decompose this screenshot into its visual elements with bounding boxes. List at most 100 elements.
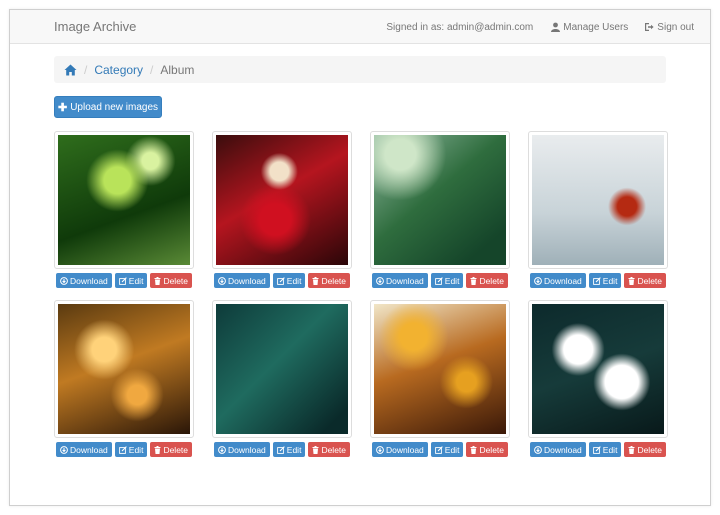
trash-icon — [312, 276, 319, 285]
image-card-5: Download Edit Delete — [54, 300, 194, 457]
edit-button[interactable]: Edit — [430, 442, 464, 457]
trash-icon — [628, 276, 635, 285]
delete-label: Delete — [637, 444, 663, 455]
delete-button[interactable]: Delete — [624, 442, 667, 457]
album-image[interactable] — [216, 304, 348, 434]
edit-label: Edit — [444, 444, 460, 455]
download-button[interactable]: Download — [529, 442, 586, 457]
image-thumbnail[interactable] — [528, 300, 668, 438]
image-card-6: Download Edit Delete — [212, 300, 352, 457]
image-thumbnail[interactable] — [212, 131, 352, 269]
sign-out-icon — [645, 23, 654, 31]
delete-label: Delete — [163, 275, 189, 286]
edit-label: Edit — [286, 275, 302, 286]
home-icon[interactable] — [64, 64, 77, 76]
image-card-7: Download Edit Delete — [370, 300, 510, 457]
download-icon — [60, 276, 68, 285]
edit-icon — [118, 276, 127, 285]
brand-title[interactable]: Image Archive — [54, 19, 136, 34]
download-button[interactable]: Download — [371, 273, 428, 288]
download-button[interactable]: Download — [55, 442, 112, 457]
edit-label: Edit — [602, 444, 618, 455]
image-thumbnail[interactable] — [528, 131, 668, 269]
edit-button[interactable]: Edit — [588, 273, 622, 288]
navbar: Image Archive Signed in as: admin@admin.… — [10, 10, 710, 44]
delete-label: Delete — [321, 444, 347, 455]
download-label: Download — [69, 275, 108, 286]
download-icon — [218, 276, 226, 285]
delete-button[interactable]: Delete — [150, 442, 193, 457]
breadcrumb-category[interactable]: Category — [94, 63, 143, 77]
image-card-2: Download Edit Delete — [212, 131, 352, 288]
sign-out-link[interactable]: Sign out — [644, 22, 694, 33]
trash-icon — [154, 445, 161, 454]
image-thumbnail[interactable] — [212, 300, 352, 438]
edit-icon — [434, 445, 443, 454]
delete-button[interactable]: Delete — [624, 273, 667, 288]
trash-icon — [154, 276, 161, 285]
album-image[interactable] — [58, 135, 190, 265]
album-image[interactable] — [374, 135, 506, 265]
edit-label: Edit — [286, 444, 302, 455]
delete-button[interactable]: Delete — [466, 273, 509, 288]
download-label: Download — [227, 444, 266, 455]
image-thumbnail[interactable] — [54, 300, 194, 438]
image-thumbnail[interactable] — [370, 300, 510, 438]
download-icon — [376, 276, 384, 285]
download-label: Download — [69, 444, 108, 455]
edit-button[interactable]: Edit — [272, 273, 306, 288]
edit-button[interactable]: Edit — [272, 442, 306, 457]
edit-icon — [592, 445, 601, 454]
download-icon — [60, 445, 68, 454]
delete-button[interactable]: Delete — [308, 442, 351, 457]
download-button[interactable]: Download — [529, 273, 586, 288]
download-button[interactable]: Download — [55, 273, 112, 288]
trash-icon — [470, 445, 477, 454]
image-actions: Download Edit Delete — [528, 273, 668, 288]
delete-button[interactable]: Delete — [150, 273, 193, 288]
delete-label: Delete — [479, 444, 505, 455]
breadcrumb-album: Album — [160, 62, 195, 77]
image-thumbnail[interactable] — [54, 131, 194, 269]
image-actions: Download Edit Delete — [370, 273, 510, 288]
edit-button[interactable]: Edit — [114, 442, 148, 457]
edit-label: Edit — [444, 275, 460, 286]
album-image[interactable] — [58, 304, 190, 434]
edit-button[interactable]: Edit — [430, 273, 464, 288]
download-button[interactable]: Download — [371, 442, 428, 457]
edit-icon — [592, 276, 601, 285]
download-label: Download — [543, 444, 582, 455]
upload-label: Upload new images — [70, 101, 159, 113]
manage-users-link[interactable]: Manage Users — [551, 22, 628, 33]
image-card-8: Download Edit Delete — [528, 300, 668, 457]
download-icon — [218, 445, 226, 454]
edit-label: Edit — [128, 444, 144, 455]
download-button[interactable]: Download — [213, 442, 270, 457]
image-card-3: Download Edit Delete — [370, 131, 510, 288]
signed-in-text: Signed in as: admin@admin.com — [386, 21, 534, 33]
upload-images-button[interactable]: ✚ Upload new images — [54, 96, 162, 118]
delete-button[interactable]: Delete — [466, 442, 509, 457]
image-thumbnail[interactable] — [370, 131, 510, 269]
user-icon — [551, 22, 561, 32]
edit-button[interactable]: Edit — [588, 442, 622, 457]
breadcrumb-separator: / — [84, 62, 88, 77]
download-icon — [534, 276, 542, 285]
app-window: Image Archive Signed in as: admin@admin.… — [9, 9, 711, 506]
image-actions: Download Edit Delete — [528, 442, 668, 457]
delete-button[interactable]: Delete — [308, 273, 351, 288]
album-image[interactable] — [374, 304, 506, 434]
image-actions: Download Edit Delete — [54, 273, 194, 288]
edit-button[interactable]: Edit — [114, 273, 148, 288]
album-image[interactable] — [532, 304, 664, 434]
breadcrumb-separator: / — [150, 62, 154, 77]
album-image[interactable] — [532, 135, 664, 265]
delete-label: Delete — [479, 275, 505, 286]
navbar-right: Signed in as: admin@admin.com Manage Use… — [386, 10, 710, 44]
image-actions: Download Edit Delete — [212, 442, 352, 457]
album-image[interactable] — [216, 135, 348, 265]
plus-icon: ✚ — [57, 101, 68, 114]
image-card-1: Download Edit Delete — [54, 131, 194, 288]
edit-icon — [434, 276, 443, 285]
download-button[interactable]: Download — [213, 273, 270, 288]
